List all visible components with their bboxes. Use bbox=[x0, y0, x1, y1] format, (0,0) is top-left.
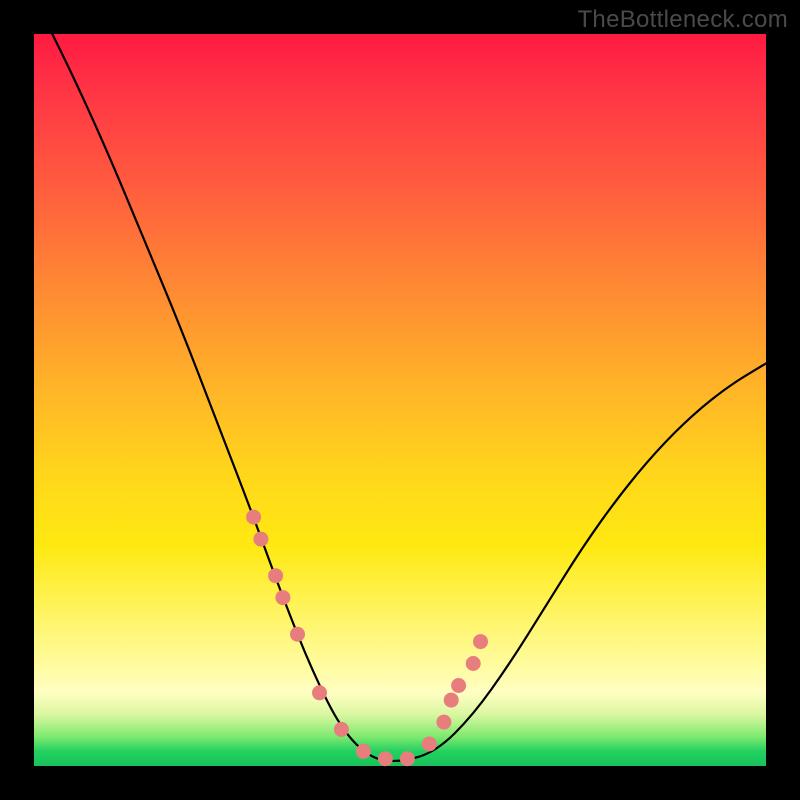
marker-dot bbox=[400, 751, 415, 766]
marker-dot bbox=[378, 751, 393, 766]
marker-dot bbox=[356, 744, 371, 759]
marker-dot bbox=[334, 722, 349, 737]
marker-dot bbox=[436, 715, 451, 730]
marker-dot bbox=[253, 532, 268, 547]
marker-dot bbox=[275, 590, 290, 605]
marker-dot bbox=[290, 627, 305, 642]
curve-layer bbox=[34, 34, 766, 766]
marker-dot bbox=[246, 510, 261, 525]
marker-dot bbox=[473, 634, 488, 649]
chart-frame: TheBottleneck.com bbox=[0, 0, 800, 800]
marker-dot bbox=[422, 737, 437, 752]
marker-dot bbox=[312, 685, 327, 700]
watermark-text: TheBottleneck.com bbox=[577, 6, 788, 34]
bottleneck-curve bbox=[34, 0, 766, 761]
highlighted-points bbox=[246, 510, 488, 767]
marker-dot bbox=[451, 678, 466, 693]
marker-dot bbox=[466, 656, 481, 671]
marker-dot bbox=[444, 693, 459, 708]
marker-dot bbox=[268, 568, 283, 583]
plot-area bbox=[34, 34, 766, 766]
